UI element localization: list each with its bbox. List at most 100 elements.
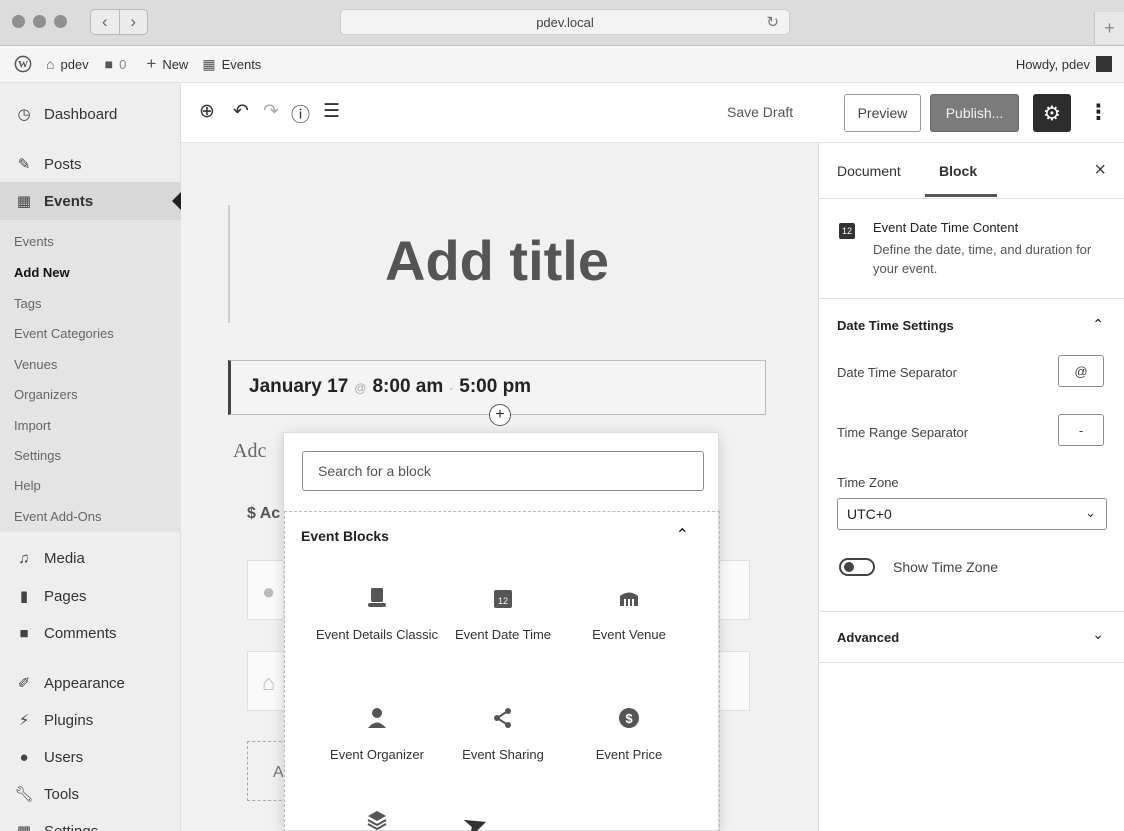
event-end-time: 5:00 pm bbox=[459, 376, 532, 397]
submenu-events[interactable]: Events bbox=[0, 226, 181, 257]
publish-button[interactable]: Publish... bbox=[930, 94, 1019, 132]
events-link[interactable]: ▦ Events bbox=[202, 56, 261, 73]
chevron-down-icon: ⌄ bbox=[1085, 505, 1096, 520]
zoom-window-button[interactable] bbox=[54, 15, 67, 28]
undo-icon[interactable]: ↶ bbox=[233, 100, 249, 123]
close-icon[interactable]: × bbox=[1094, 159, 1106, 182]
block-card-description: Define the date, time, and duration for … bbox=[873, 242, 1092, 276]
account-menu[interactable]: Howdy, pdev bbox=[1016, 46, 1112, 82]
venue-icon: ⌂ bbox=[262, 670, 276, 695]
block-event-venue[interactable]: Event Venue bbox=[567, 586, 691, 644]
settings-gear-button[interactable]: ⚙ bbox=[1033, 94, 1071, 132]
submenu-add-new[interactable]: Add New bbox=[0, 257, 181, 288]
settings-sidebar: Document Block × 12 Event Date Time Cont… bbox=[818, 143, 1124, 831]
section-advanced[interactable]: Advanced bbox=[837, 630, 899, 645]
sidebar-item-tools[interactable]: 🔧︎ Tools bbox=[0, 775, 181, 813]
wordpress-logo-icon[interactable]: W bbox=[14, 55, 32, 73]
block-inserter-popover: Event Blocks ⌃ Event Details Classic 12 … bbox=[283, 432, 720, 831]
sidebar-item-appearance[interactable]: ✐ Appearance bbox=[0, 664, 181, 702]
time-zone-select[interactable]: UTC+0 ⌄ bbox=[837, 498, 1107, 530]
event-date: January 17 bbox=[249, 376, 349, 397]
sidebar-item-posts[interactable]: ✎ Posts bbox=[0, 145, 181, 183]
price-placeholder[interactable]: $ Ac bbox=[247, 505, 280, 523]
calendar-icon: ▦ bbox=[202, 55, 216, 72]
sidebar-item-plugins[interactable]: ⚡ Plugins bbox=[0, 701, 181, 739]
block-label: Event Price bbox=[595, 747, 663, 762]
sidebar-item-comments[interactable]: ■ Comments bbox=[0, 614, 181, 652]
divider bbox=[819, 611, 1124, 612]
toggle-knob bbox=[844, 562, 854, 572]
sidebar-item-users[interactable]: ● Users bbox=[0, 738, 181, 776]
site-name-link[interactable]: ⌂ pdev bbox=[46, 56, 89, 72]
share-icon bbox=[441, 706, 565, 736]
block-label: Event Organizer bbox=[330, 747, 424, 762]
more-options-icon[interactable]: ⋮ bbox=[1088, 100, 1109, 125]
block-event-organizer[interactable]: Event Organizer bbox=[315, 706, 439, 764]
new-label: New bbox=[162, 56, 189, 72]
submenu-event-add-ons[interactable]: Event Add-Ons bbox=[0, 501, 181, 532]
block-event-sharing[interactable]: Event Sharing bbox=[441, 706, 565, 764]
chevron-down-icon[interactable]: ⌄ bbox=[1092, 626, 1104, 643]
time-range-separator-input[interactable]: - bbox=[1058, 414, 1104, 446]
plus-icon: + bbox=[146, 54, 157, 73]
preview-button[interactable]: Preview bbox=[844, 94, 921, 132]
submenu-venues[interactable]: Venues bbox=[0, 349, 181, 380]
info-icon[interactable]: ⓘ bbox=[291, 100, 310, 127]
close-window-button[interactable] bbox=[12, 15, 25, 28]
new-content-link[interactable]: + New bbox=[146, 54, 188, 74]
sidebar-label: Appearance bbox=[44, 674, 125, 692]
tab-document[interactable]: Document bbox=[837, 163, 901, 179]
block-event-price[interactable]: $ Event Price bbox=[567, 706, 691, 764]
wrench-icon: 🔧︎ bbox=[14, 786, 34, 803]
submenu-tags[interactable]: Tags bbox=[0, 288, 181, 319]
minimize-window-button[interactable] bbox=[33, 15, 46, 28]
block-inserter-plus-icon[interactable]: + bbox=[489, 404, 511, 426]
sidebar-label: Events bbox=[44, 192, 94, 210]
sidebar-item-settings[interactable]: ▦ Settings bbox=[0, 812, 181, 831]
calendar-12-icon: 12 bbox=[441, 586, 565, 616]
date-time-separator-label: Date Time Separator bbox=[837, 365, 957, 380]
sidebar-item-dashboard[interactable]: ◷ Dashboard bbox=[0, 95, 181, 133]
block-event-date-time[interactable]: 12 Event Date Time bbox=[441, 586, 565, 644]
tab-block[interactable]: Block bbox=[939, 163, 977, 179]
sidebar-item-pages[interactable]: ▮ Pages bbox=[0, 577, 181, 615]
sidebar-item-media[interactable]: ♫ Media bbox=[0, 539, 181, 577]
block-stack[interactable] bbox=[315, 809, 439, 831]
submenu-event-categories[interactable]: Event Categories bbox=[0, 318, 181, 349]
chevron-up-icon[interactable]: ⌃ bbox=[676, 525, 689, 545]
comments-link[interactable]: ■ 0 bbox=[105, 56, 127, 72]
description-placeholder[interactable]: Adc bbox=[233, 440, 266, 463]
submenu-settings[interactable]: Settings bbox=[0, 440, 181, 471]
sidebar-item-events[interactable]: ▦ Events bbox=[0, 182, 181, 220]
chevron-right-icon[interactable]: › bbox=[120, 10, 148, 34]
post-title-field[interactable]: Add title bbox=[247, 228, 747, 293]
block-event-details-classic[interactable]: Event Details Classic bbox=[315, 586, 439, 644]
reload-icon[interactable]: ↻ bbox=[766, 13, 779, 31]
redo-icon[interactable]: ↷ bbox=[263, 100, 279, 123]
submenu-import[interactable]: Import bbox=[0, 410, 181, 441]
new-tab-button[interactable]: + bbox=[1094, 12, 1124, 44]
admin-sidebar: ◷ Dashboard ✎ Posts ▦ Events Events Add … bbox=[0, 83, 181, 831]
chevron-up-icon[interactable]: ⌃ bbox=[1092, 316, 1104, 333]
divider bbox=[819, 662, 1124, 663]
submenu-help[interactable]: Help bbox=[0, 470, 181, 501]
block-search-input[interactable] bbox=[302, 451, 704, 491]
admin-bar: W ⌂ pdev ■ 0 + New ▦ Events Howdy, pdev bbox=[0, 46, 1124, 83]
submenu-organizers[interactable]: Organizers bbox=[0, 379, 181, 410]
gear-icon: ⚙ bbox=[1043, 102, 1061, 125]
sidebar-label: Media bbox=[44, 549, 85, 567]
add-block-icon[interactable]: ⊕ bbox=[199, 100, 215, 123]
outline-icon[interactable]: ☰ bbox=[323, 100, 340, 123]
sidebar-label: Tools bbox=[44, 785, 80, 803]
save-draft-button[interactable]: Save Draft bbox=[727, 104, 793, 120]
section-date-time-settings[interactable]: Date Time Settings bbox=[837, 318, 954, 333]
sidebar-label: Dashboard bbox=[44, 105, 118, 123]
show-time-zone-toggle[interactable] bbox=[839, 558, 875, 576]
chevron-left-icon[interactable]: ‹ bbox=[91, 10, 120, 34]
address-bar[interactable]: pdev.local ↻ bbox=[340, 9, 790, 35]
event-blocks-panel: Event Blocks ⌃ Event Details Classic 12 … bbox=[284, 511, 720, 831]
date-time-separator-input[interactable]: @ bbox=[1058, 355, 1104, 387]
event-start-time: 8:00 am bbox=[372, 376, 444, 397]
dollar-icon: $ bbox=[567, 706, 691, 736]
pages-icon: ▮ bbox=[19, 588, 29, 605]
